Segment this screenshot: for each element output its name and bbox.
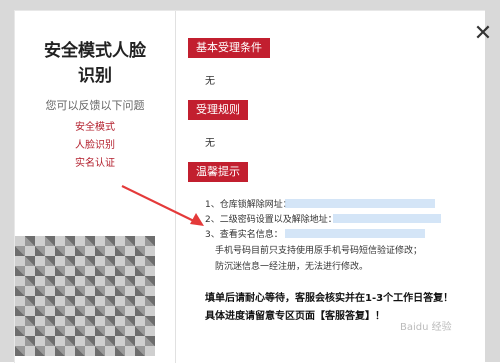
red-arrow-annotation [121, 185, 204, 226]
watermark: Baidu 经验 [400, 322, 452, 333]
